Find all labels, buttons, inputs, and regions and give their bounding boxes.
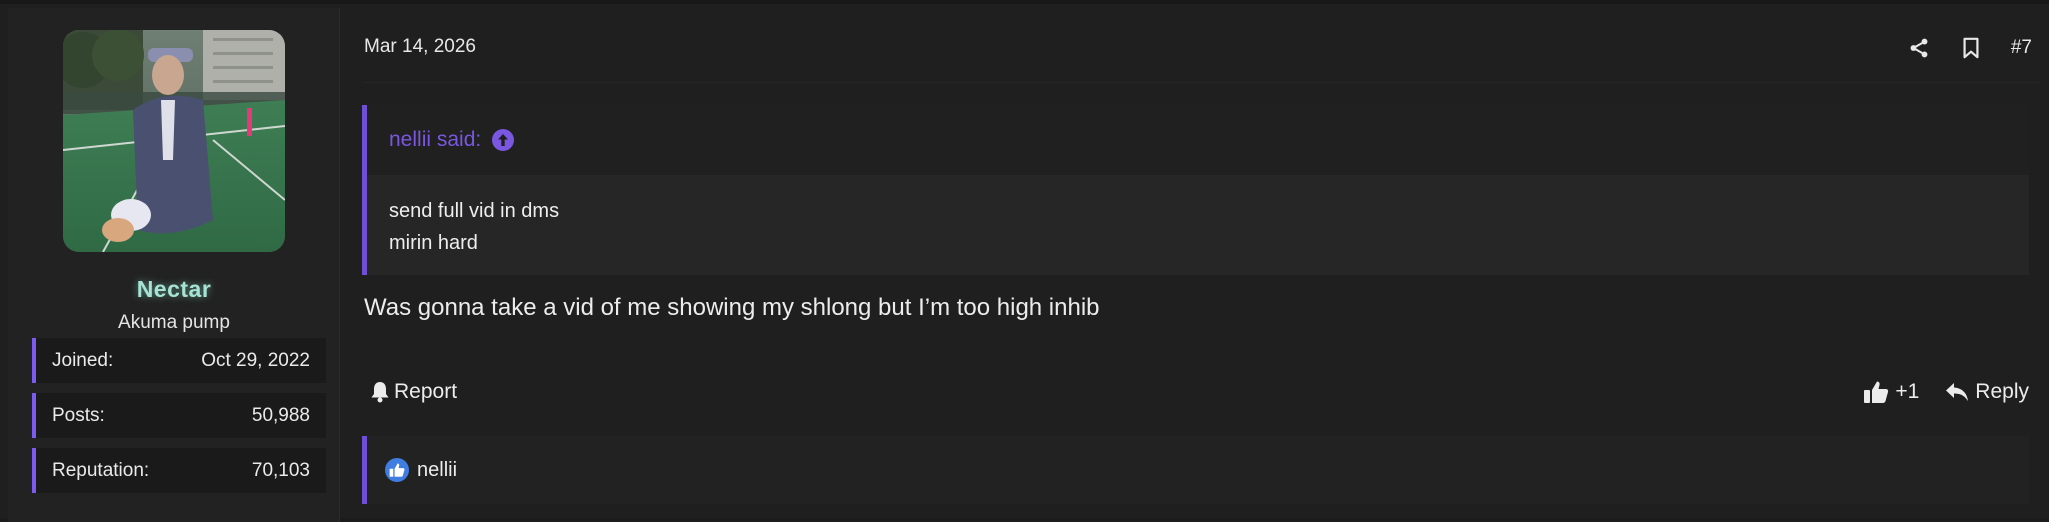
stat-posts: Posts: 50,988	[32, 393, 326, 438]
stat-joined: Joined: Oct 29, 2022	[32, 338, 326, 383]
username[interactable]: Nectar	[8, 276, 340, 303]
quote-header: nellii said:	[367, 105, 2029, 175]
like-button[interactable]: +1	[1863, 380, 1919, 404]
stat-label: Joined:	[52, 349, 114, 371]
arrow-up-circle-icon[interactable]	[491, 128, 515, 152]
header-divider	[362, 82, 2039, 83]
user-sidebar: Nectar Akuma pump Joined: Oct 29, 2022 P…	[8, 8, 340, 522]
reply-label: Reply	[1975, 380, 2029, 403]
post-header-actions: #7	[1907, 32, 2032, 64]
reaction-user[interactable]: nellii	[417, 459, 457, 482]
report-button[interactable]: Report	[370, 380, 457, 404]
reply-arrow-icon	[1946, 383, 1969, 401]
quote-author[interactable]: nellii said:	[389, 128, 481, 152]
post-actions-right: +1 Reply	[1863, 380, 2029, 404]
avatar-image	[63, 30, 285, 252]
thumbs-up-badge-icon	[385, 458, 409, 482]
bell-icon	[371, 382, 389, 403]
avatar[interactable]	[63, 30, 285, 252]
stat-value: Oct 29, 2022	[201, 349, 310, 371]
stat-value: 70,103	[251, 459, 310, 481]
share-icon[interactable]	[1907, 36, 1931, 60]
quote-line: send full vid in dms	[389, 200, 560, 222]
reply-button[interactable]: Reply	[1945, 380, 2029, 404]
stat-value: 50,988	[251, 404, 310, 426]
like-count: +1	[1895, 380, 1920, 403]
forum-post: Nectar Akuma pump Joined: Oct 29, 2022 P…	[0, 0, 2049, 522]
thumbs-up-icon	[1864, 381, 1889, 403]
post-number[interactable]: #7	[2011, 37, 2032, 59]
post-date[interactable]: Mar 14, 2026	[364, 36, 476, 58]
stat-label: Posts:	[52, 404, 105, 426]
post-message: Was gonna take a vid of me showing my sh…	[364, 294, 1100, 321]
quote-line: mirin hard	[389, 232, 478, 254]
quote-body: send full vid in dms mirin hard	[367, 175, 2029, 275]
reactions-bar: nellii	[362, 436, 2029, 504]
user-title: Akuma pump	[118, 312, 230, 333]
stat-reputation: Reputation: 70,103	[32, 448, 326, 493]
quote-block: nellii said: send full vid in dms mirin …	[362, 105, 2029, 275]
post-actions: Report +1 Reply	[362, 380, 2029, 414]
report-label: Report	[394, 380, 458, 403]
bookmark-icon[interactable]	[1959, 36, 1983, 60]
stat-label: Reputation:	[52, 459, 150, 481]
post-main: Mar 14, 2026 #7 nellii said: send full v…	[342, 8, 2049, 522]
